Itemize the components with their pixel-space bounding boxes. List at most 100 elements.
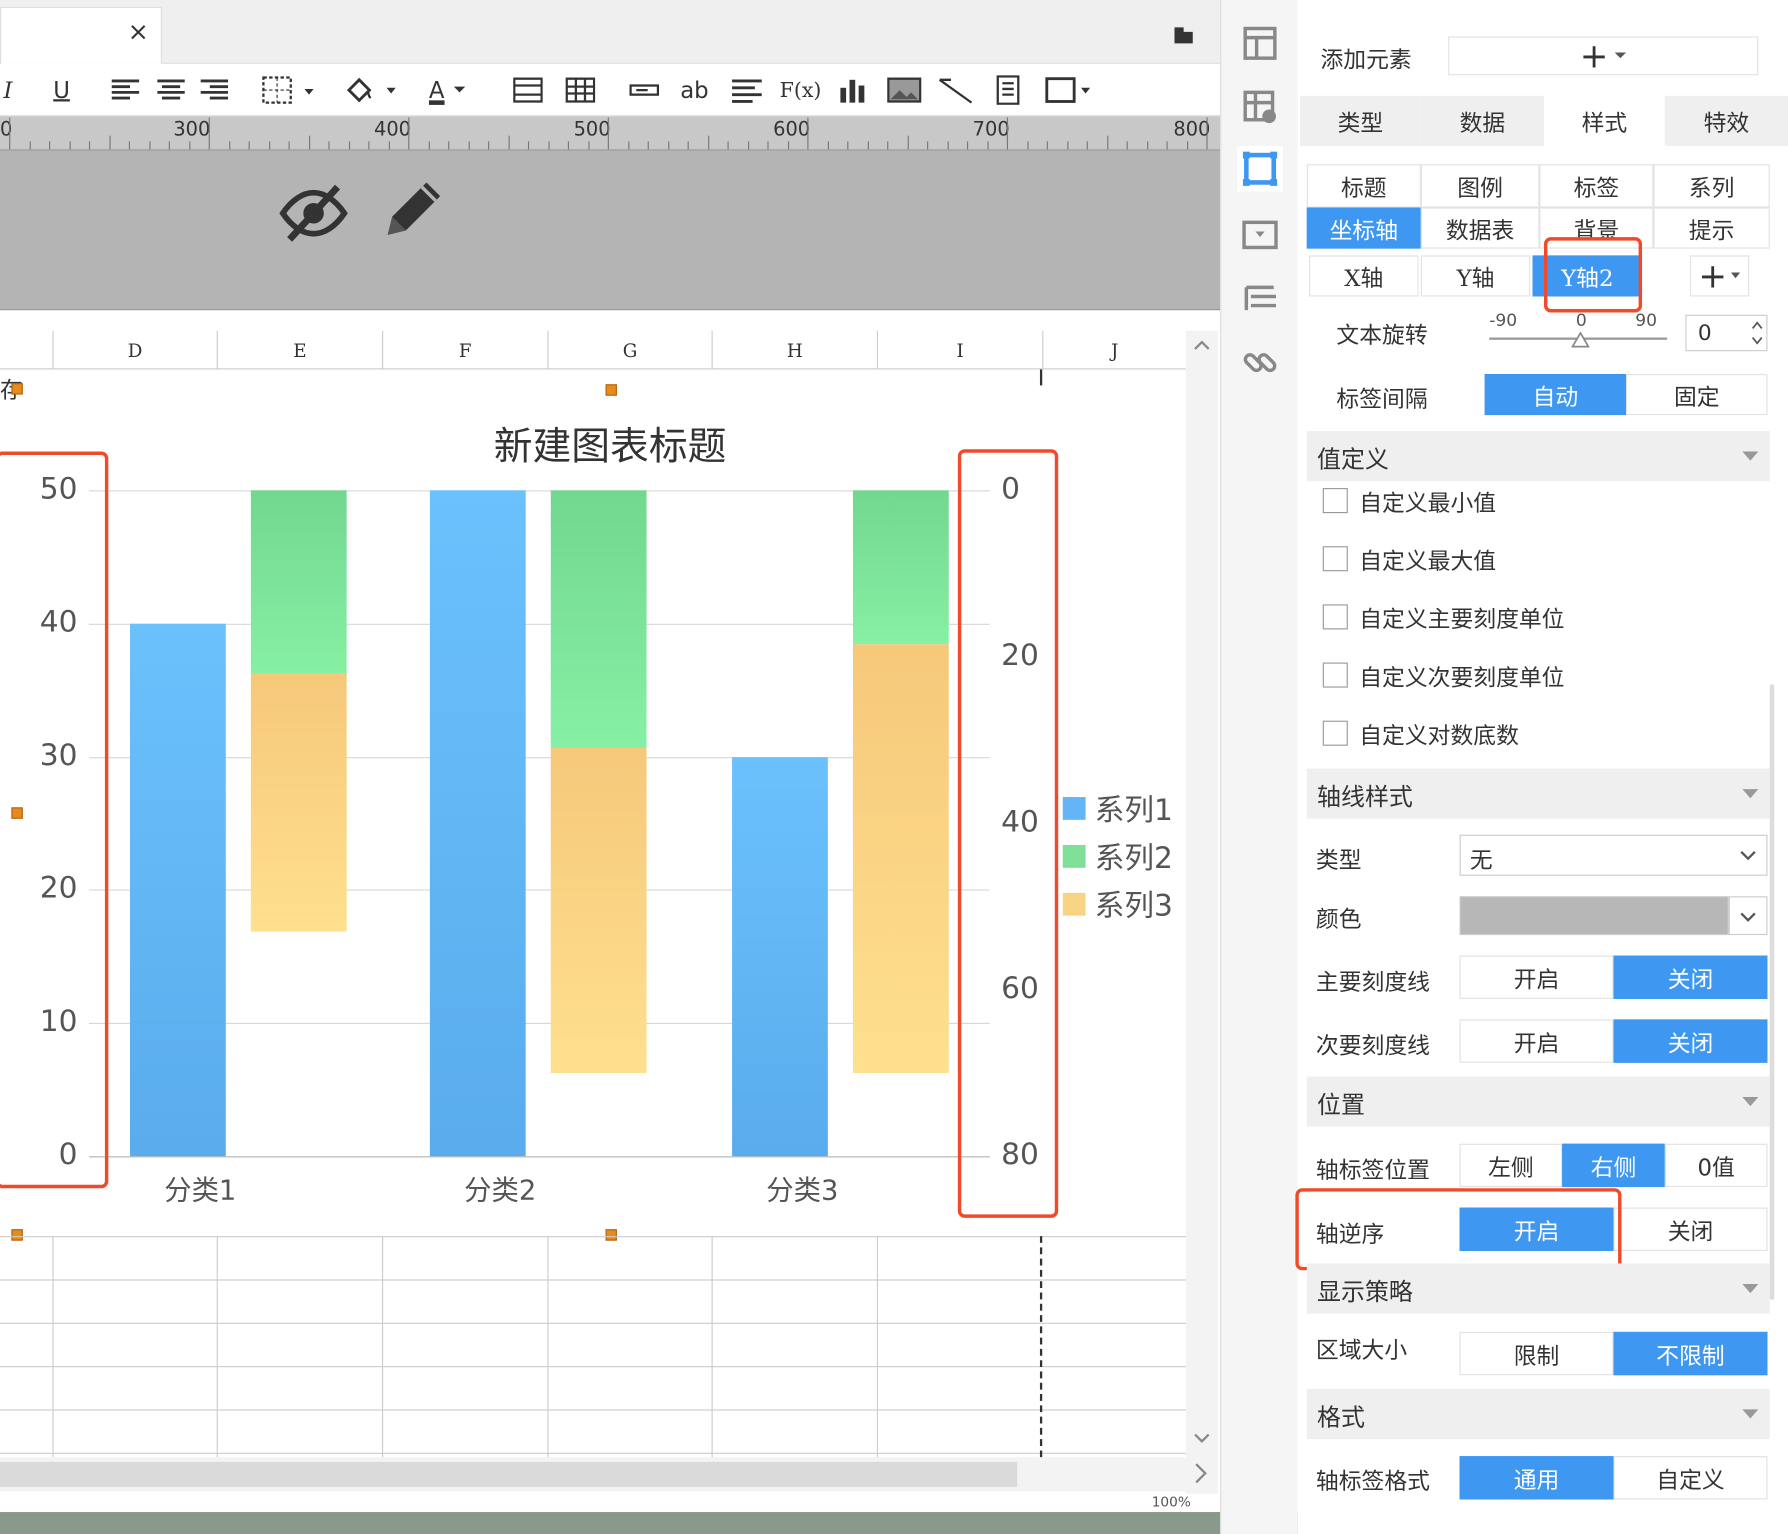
align-left-icon[interactable] — [109, 73, 141, 107]
axis-add-button[interactable]: + — [1689, 255, 1750, 297]
subtab-axis[interactable]: 坐标轴 — [1306, 207, 1421, 249]
section-title: 格式 — [1317, 1403, 1365, 1432]
paragraph-icon[interactable] — [730, 73, 764, 107]
ruler-tick — [1146, 141, 1148, 150]
ruler-tick — [607, 117, 609, 150]
tab-close-icon[interactable]: × — [128, 18, 149, 47]
rotate-slider-handle[interactable] — [1570, 331, 1590, 353]
label-pos-left-button[interactable]: 左侧 — [1459, 1143, 1563, 1188]
table-icon[interactable] — [565, 73, 596, 107]
vertical-scrollbar[interactable] — [1185, 330, 1218, 1494]
panel-scrollbar[interactable] — [1769, 684, 1775, 1300]
column-header[interactable]: D — [52, 330, 216, 370]
major-tick-off-button[interactable]: 关闭 — [1613, 955, 1768, 999]
ruler-tick — [408, 117, 410, 150]
align-center-icon[interactable] — [155, 73, 187, 107]
chart-title[interactable]: 新建图表标题 — [342, 415, 878, 471]
checkbox-custom-minor-unit[interactable] — [1322, 662, 1348, 688]
frame-icon[interactable] — [1042, 73, 1092, 107]
interval-fixed-button[interactable]: 固定 — [1626, 374, 1768, 416]
horizontal-scroll-thumb[interactable] — [0, 1461, 1018, 1487]
chart-settings-icon[interactable] — [1237, 145, 1283, 192]
reverse-off-button[interactable]: 关闭 — [1613, 1207, 1768, 1251]
layout-icon[interactable] — [1237, 21, 1283, 67]
column-header[interactable]: E — [216, 330, 382, 370]
section-position[interactable]: 位置 — [1306, 1076, 1770, 1127]
section-axis-line-style[interactable]: 轴线样式 — [1306, 768, 1770, 819]
widget-icon[interactable] — [1237, 212, 1283, 258]
axis-tab-x[interactable]: X轴 — [1309, 255, 1419, 297]
section-display-strategy[interactable]: 显示策略 — [1306, 1263, 1770, 1314]
legend-swatch — [1062, 796, 1086, 820]
bar-series2 — [250, 490, 347, 674]
grid-col-line — [382, 1236, 384, 1458]
subtab-datatable[interactable]: 数据表 — [1420, 207, 1540, 249]
checkbox-custom-max[interactable] — [1322, 546, 1348, 572]
italic-button[interactable]: I — [0, 73, 16, 107]
border-icon[interactable] — [260, 73, 317, 107]
minor-tick-off-button[interactable]: 关闭 — [1613, 1019, 1768, 1063]
hide-eye-icon[interactable] — [278, 182, 349, 244]
checkbox-custom-log-base[interactable] — [1322, 720, 1348, 746]
checkbox-custom-major-unit[interactable] — [1322, 604, 1348, 630]
subtab-tooltip[interactable]: 提示 — [1653, 207, 1770, 249]
major-tick-on-button[interactable]: 开启 — [1459, 955, 1614, 999]
column-header[interactable]: J — [1042, 330, 1186, 370]
label-pos-zero-button[interactable]: 0值 — [1664, 1143, 1768, 1188]
collapse-corner-icon[interactable] — [1172, 25, 1195, 46]
tab-effects[interactable]: 特效 — [1664, 95, 1788, 146]
grid-row-line — [0, 1409, 1186, 1411]
list-settings-icon[interactable] — [1237, 276, 1283, 322]
column-header[interactable]: F — [382, 330, 547, 370]
resize-handle[interactable] — [11, 383, 23, 395]
add-element-button[interactable]: + — [1448, 36, 1759, 76]
subtab-label[interactable]: 标签 — [1539, 164, 1654, 208]
fill-color-icon[interactable] — [342, 73, 399, 107]
subtab-series[interactable]: 系列 — [1653, 164, 1770, 208]
document-icon[interactable] — [994, 73, 1021, 107]
checkbox-custom-min[interactable] — [1322, 488, 1348, 514]
cell-settings-icon[interactable] — [1237, 84, 1283, 130]
rotate-value-input[interactable]: 0 — [1685, 314, 1768, 352]
insert-chart-icon[interactable] — [837, 73, 869, 107]
minor-tick-on-button[interactable]: 开启 — [1459, 1019, 1614, 1063]
insert-image-icon[interactable] — [887, 73, 922, 107]
scroll-right-icon[interactable] — [1193, 1462, 1209, 1489]
interval-auto-button[interactable]: 自动 — [1484, 374, 1627, 416]
axis-tab-y[interactable]: Y轴 — [1420, 255, 1531, 297]
bar-series3 — [550, 748, 647, 1074]
section-format[interactable]: 格式 — [1306, 1388, 1770, 1440]
tab-style[interactable]: 样式 — [1543, 95, 1665, 146]
column-header[interactable]: G — [547, 330, 711, 370]
legend-swatch — [1062, 844, 1086, 868]
ruler-tick — [88, 141, 91, 150]
color-swatch[interactable] — [1459, 896, 1729, 936]
text-box-button[interactable]: ab — [675, 73, 714, 107]
section-value-definition[interactable]: 值定义 — [1306, 431, 1770, 482]
link-icon[interactable] — [1237, 340, 1283, 386]
resize-handle[interactable] — [605, 384, 617, 396]
color-label: 颜色 — [1315, 905, 1362, 933]
text-field-icon[interactable] — [629, 73, 660, 107]
subtab-title[interactable]: 标题 — [1306, 164, 1421, 208]
area-limit-button[interactable]: 限制 — [1459, 1331, 1614, 1376]
tab-data[interactable]: 数据 — [1420, 95, 1544, 146]
column-header[interactable]: H — [711, 330, 877, 370]
label-pos-right-button[interactable]: 右侧 — [1562, 1143, 1665, 1188]
subtab-legend[interactable]: 图例 — [1420, 164, 1540, 208]
format-general-button[interactable]: 通用 — [1459, 1456, 1614, 1500]
formula-button[interactable]: F(x) — [780, 73, 822, 107]
merge-cells-icon[interactable] — [513, 73, 543, 107]
line-type-select[interactable]: 无 — [1459, 834, 1768, 876]
color-dropdown-icon[interactable] — [1728, 896, 1768, 936]
format-custom-button[interactable]: 自定义 — [1613, 1456, 1768, 1500]
underline-button[interactable]: U — [48, 73, 75, 107]
column-header[interactable]: I — [876, 330, 1042, 370]
draw-line-icon[interactable] — [937, 73, 973, 107]
area-unlimited-button[interactable]: 不限制 — [1613, 1331, 1768, 1376]
tab-type[interactable]: 类型 — [1299, 95, 1421, 146]
ruler-label: 600 — [773, 118, 811, 142]
align-right-icon[interactable] — [198, 73, 230, 107]
font-color-icon[interactable]: A — [420, 73, 477, 107]
edit-pencil-icon[interactable] — [381, 176, 447, 242]
